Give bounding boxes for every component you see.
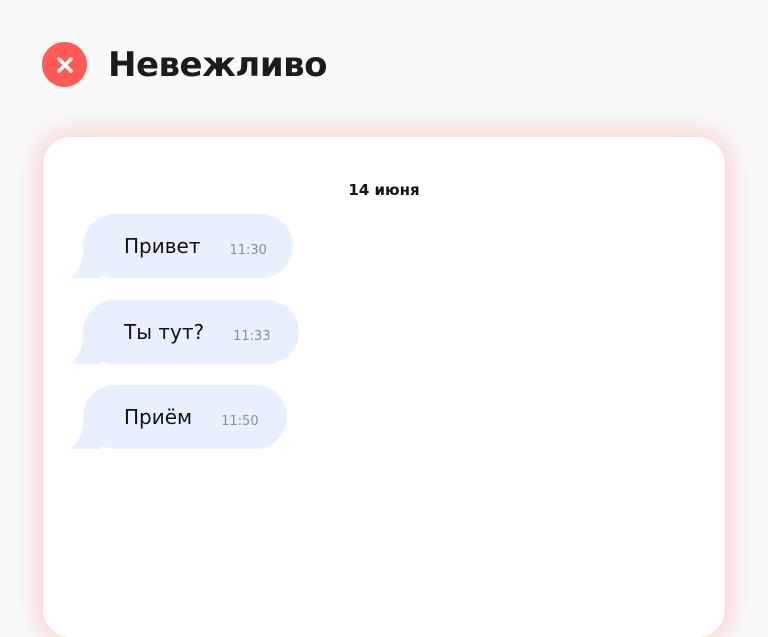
- bubble-tail: [71, 246, 101, 278]
- header: Невежливо: [42, 42, 328, 87]
- message-text: Приём: [124, 405, 193, 429]
- close-icon: [42, 42, 87, 87]
- page-title: Невежливо: [108, 44, 328, 85]
- chat-window: 14 июня Привет 11:30 Ты тут? 11:33 Приём…: [43, 137, 725, 637]
- message-bubble[interactable]: Привет 11:30: [71, 214, 293, 278]
- message-time: 11:30: [229, 242, 267, 258]
- bubble-tail: [71, 417, 101, 449]
- message-text: Привет: [124, 234, 201, 258]
- message-time: 11:33: [233, 328, 271, 344]
- bubble-tail: [71, 332, 101, 364]
- message-bubble[interactable]: Приём 11:50: [71, 385, 287, 449]
- message-bubble[interactable]: Ты тут? 11:33: [71, 300, 299, 364]
- message-text: Ты тут?: [124, 320, 205, 344]
- message-time: 11:50: [221, 413, 259, 429]
- date-separator: 14 июня: [348, 181, 420, 199]
